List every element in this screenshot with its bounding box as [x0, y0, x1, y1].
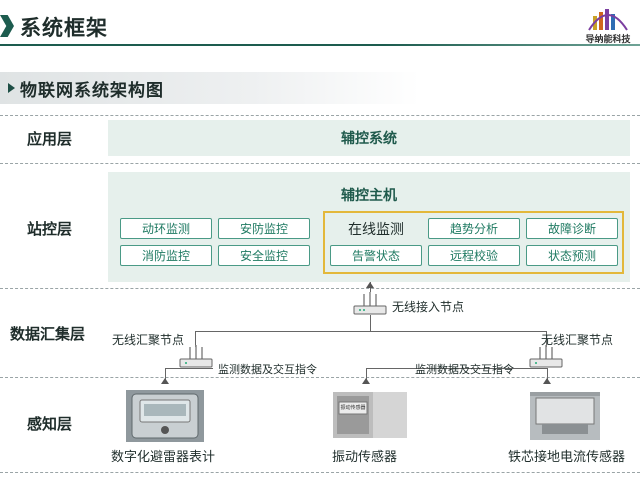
module-fault: 故障诊断	[526, 218, 618, 239]
module-trend: 趋势分析	[428, 218, 520, 239]
module-dynamic-env: 动环监测	[120, 218, 212, 239]
access-node-label: 无线接入节点	[392, 300, 465, 314]
application-panel: 辅控系统	[108, 120, 630, 156]
divider	[0, 115, 640, 116]
vibration-sensor-image: 振动传感器	[333, 392, 407, 438]
online-monitoring-title: 在线监测	[348, 222, 404, 238]
connector-line	[165, 368, 213, 369]
core-ground-sensor-image	[530, 392, 600, 440]
layer-label-sensing: 感知层	[27, 415, 73, 433]
layer-label-application: 应用层	[27, 130, 73, 148]
header-divider	[0, 44, 640, 46]
company-logo: 导纳能科技 DAO NA NENG TECHNOLOGY	[583, 6, 633, 47]
module-alarm: 告警状态	[330, 245, 422, 266]
vibration-plate-text: 振动传感器	[340, 405, 366, 411]
station-host: 辅控主机	[341, 188, 397, 204]
sensor-label-arrester: 数字化避雷器表计	[111, 450, 216, 465]
triangle-icon	[8, 83, 15, 93]
arrow-up-icon	[161, 378, 169, 384]
module-safety: 安全监控	[218, 245, 310, 266]
arrester-meter-image	[126, 390, 204, 442]
right-node-icon	[528, 345, 564, 369]
arrow-up-icon	[362, 378, 370, 384]
application-system: 辅控系统	[341, 131, 397, 147]
right-link-label: 监测数据及交互指令	[415, 363, 514, 376]
module-security: 安防监控	[218, 218, 310, 239]
sensor-label-core-ground: 铁芯接地电流传感器	[508, 450, 626, 465]
arrow-up-icon	[543, 378, 551, 384]
left-link-label: 监测数据及交互指令	[218, 363, 317, 376]
sensor-label-vibration: 振动传感器	[332, 450, 398, 465]
module-predict: 状态预测	[526, 245, 618, 266]
divider	[0, 163, 640, 164]
module-remote: 远程校验	[428, 245, 520, 266]
layer-label-station: 站控层	[27, 220, 73, 238]
page-title: 系统框架	[20, 16, 108, 40]
section-title: 物联网系统架构图	[20, 81, 164, 101]
connector-line	[195, 331, 547, 332]
left-node-label: 无线汇聚节点	[112, 333, 185, 347]
chevron-icon	[0, 15, 14, 37]
divider	[0, 472, 640, 473]
divider	[0, 288, 640, 289]
connector-line	[370, 315, 371, 332]
access-node-icon	[352, 292, 388, 316]
arrow-up-icon	[366, 282, 374, 288]
left-node-icon	[178, 345, 214, 369]
section-bar: 物联网系统架构图	[0, 72, 420, 104]
module-fire: 消防监控	[120, 245, 212, 266]
logo-icon	[588, 9, 628, 31]
layer-label-data: 数据汇集层	[10, 325, 86, 343]
